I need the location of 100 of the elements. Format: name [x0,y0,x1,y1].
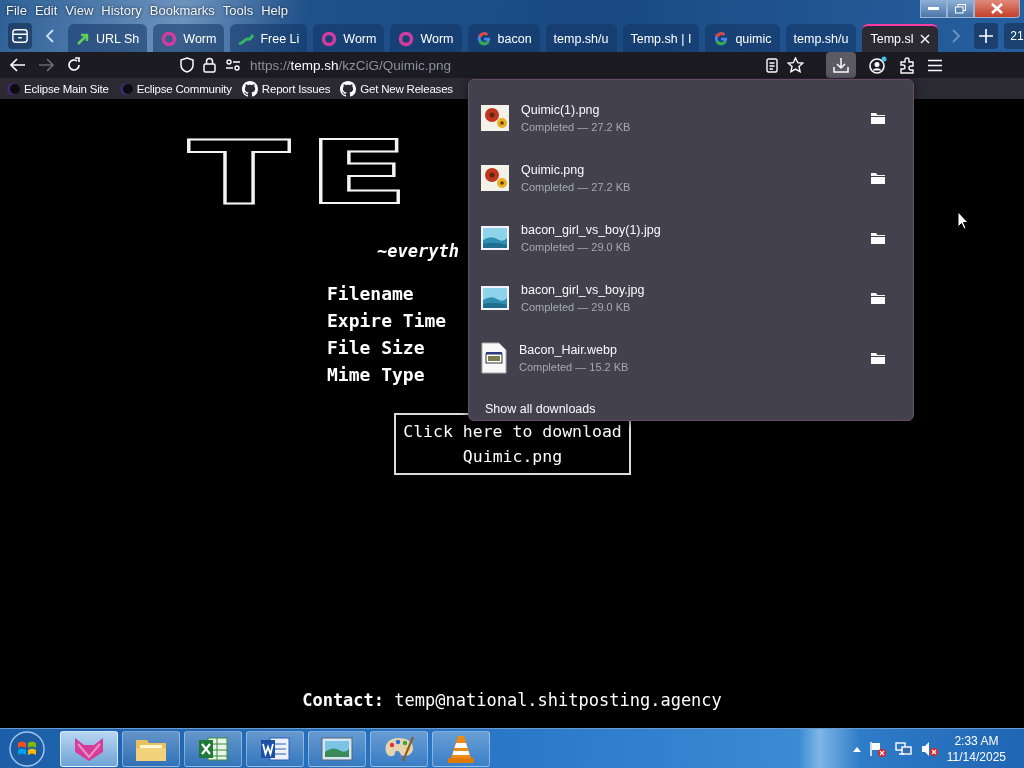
minimize-icon [928,6,939,11]
bookmark[interactable]: Get New Releases [340,80,453,97]
crescent-icon [6,81,20,96]
tab-title: quimic [735,32,772,46]
menu-item[interactable]: Edit [34,2,63,18]
bookmark[interactable]: Eclipse Community [118,81,232,96]
browser-tab[interactable]: temp.sh/u [785,24,857,52]
reader-view-icon[interactable] [766,57,778,73]
reload-icon [66,57,82,73]
list-tabs-button[interactable]: 21 [1003,23,1024,49]
paint-palette-icon [383,734,415,763]
info-label: Expire Time [327,310,447,331]
show-hidden-icons-icon[interactable] [852,745,861,752]
download-item[interactable]: Bacon_Hair.webp Completed — 15.2 KB [477,328,905,388]
clock[interactable]: 2:33 AM 11/14/2025 [946,732,1006,765]
cat-face-icon [72,735,106,762]
star-icon[interactable] [787,57,804,73]
browser-tab[interactable]: bacon [467,24,540,52]
sidebar-button[interactable] [8,23,32,49]
github-icon [241,80,258,97]
browser-tab[interactable]: Temp.sl [862,24,938,52]
crescent-icon [118,81,133,96]
menu-item[interactable]: View [65,2,99,18]
file-name: Quimic.png [521,163,586,177]
taskbar-app[interactable] [432,730,490,767]
taskbar-app[interactable] [122,730,180,767]
taskbar-app[interactable] [184,730,242,767]
download-status: Completed — 27.2 KB [521,121,632,133]
github-icon [340,80,357,97]
browser-tab[interactable]: Free Li [230,24,308,52]
tab-title: temp.sh/u [553,32,609,46]
arrow-left-icon [10,58,26,72]
folder-icon[interactable] [871,232,885,244]
spreadsheet-icon [198,734,228,763]
file-name: bacon_girl_vs_boy.jpg [521,283,646,297]
time-text: 2:33 AM [954,732,999,749]
flag-icon[interactable] [868,740,887,757]
site-logo: TE [188,139,427,207]
tab-title: URL Sh [96,32,140,46]
download-status: Completed — 29.0 KB [521,301,632,313]
folder-icon[interactable] [871,172,885,184]
speaker-muted-icon[interactable] [920,740,939,757]
tab-title: Worm [420,32,454,46]
google-icon [713,31,730,47]
menu-item[interactable]: History [101,2,147,18]
downloads-button[interactable] [826,52,856,78]
download-status: Completed — 15.2 KB [519,361,630,373]
lock-icon [203,57,216,73]
browser-tab[interactable]: temp.sh/u [545,24,617,52]
close-tab-icon[interactable] [919,34,930,44]
landscape-image-icon [481,226,509,250]
tray-icon [12,28,28,44]
download-item[interactable]: Quimic.png Completed — 27.2 KB [477,148,905,208]
browser-tab[interactable]: Worm [390,24,462,52]
taskbar-app[interactable] [60,730,118,767]
bookmark[interactable]: Eclipse Main Site [6,81,109,96]
tab-title: Worm [183,32,217,46]
permissions-icon [225,59,241,71]
tab-title: Free Li [260,32,300,46]
taskbar-app[interactable] [246,730,304,767]
browser-tab[interactable]: Worm [313,24,385,52]
arrow-icon [76,32,90,46]
download-item[interactable]: bacon_girl_vs_boy(1).jpg Completed — 29.0 KB [477,208,905,268]
menu-item[interactable]: File [6,2,32,18]
close-icon [991,3,1003,14]
snake-icon [238,32,255,46]
network-icon[interactable] [894,740,913,757]
tab-title: Temp.sh | I [630,32,692,46]
menu-icon [927,58,943,72]
minimize-button[interactable] [920,0,947,18]
google-icon [475,31,492,47]
account-icon [868,56,887,74]
puzzle-icon [899,56,915,74]
document-icon [481,342,507,374]
browser-tab[interactable]: Temp.sh | I [622,24,700,52]
close-button[interactable] [974,0,1020,18]
bookmark[interactable]: Report Issues [241,80,331,97]
tab-title: Worm [343,32,377,46]
folder-icon[interactable] [871,112,885,124]
download-icon [833,57,849,73]
menu-item[interactable]: Help [261,2,293,18]
download-item[interactable]: Quimic(1).png Completed — 27.2 KB [477,88,905,148]
info-label: File Size [327,337,425,358]
new-tab-button[interactable] [973,23,998,49]
menu-item[interactable]: Tools [222,2,259,18]
restore-button[interactable] [947,0,974,18]
download-item[interactable]: bacon_girl_vs_boy.jpg Completed — 29.0 KB [477,268,905,328]
tab-title: bacon [497,32,532,46]
tab-title: Temp.sl [870,32,914,46]
taskbar-app[interactable] [308,730,366,767]
folder-icon[interactable] [871,352,885,364]
browser-tab[interactable]: Worm [153,24,225,52]
shield-icon [180,57,194,73]
restore-icon [955,3,966,14]
taskbar-app[interactable] [370,730,428,767]
folder-icon[interactable] [871,292,885,304]
browser-tab[interactable]: quimic [705,24,780,52]
browser-tab[interactable]: URL Sh [68,24,148,52]
download-status: Completed — 29.0 KB [521,241,632,253]
plus-icon [978,29,993,43]
